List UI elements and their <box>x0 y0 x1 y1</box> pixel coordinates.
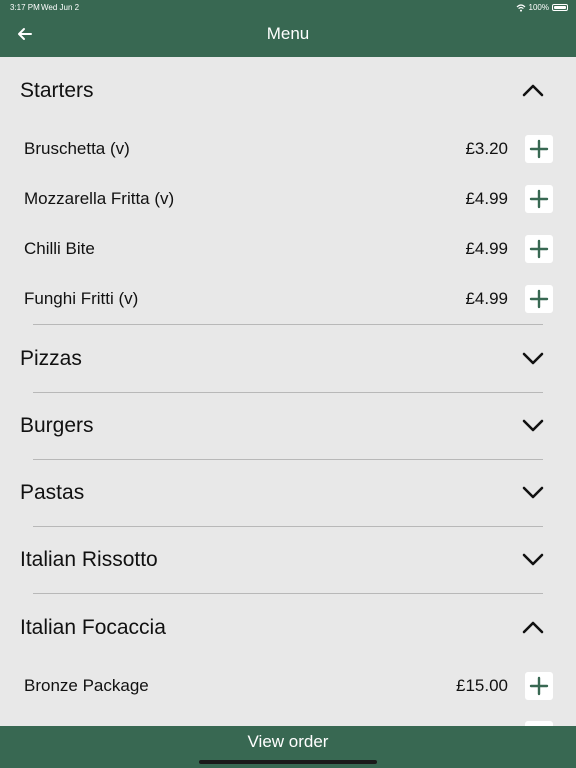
section-title: Starters <box>20 79 94 102</box>
page-title: Menu <box>266 24 310 43</box>
plus-icon <box>529 289 549 309</box>
item-price: £4.99 <box>465 289 508 308</box>
menu-list[interactable]: Starters Bruschetta (v) £3.20 Mozzarella… <box>0 57 576 726</box>
item-name: Funghi Fritti (v) <box>24 289 139 308</box>
chevron-up-icon <box>522 84 544 97</box>
chevron-down-icon <box>522 486 544 499</box>
menu-item: Chilli Bite £4.99 <box>0 224 576 274</box>
chevron-down-icon <box>522 419 544 432</box>
item-price: £15.00 <box>456 676 508 695</box>
item-name: Bronze Package <box>24 676 149 695</box>
add-item-button[interactable] <box>525 285 553 313</box>
section-header-pizzas[interactable]: Pizzas <box>0 325 576 392</box>
section-title: Burgers <box>20 414 94 437</box>
navigation-bar: 3:17 PM Wed Jun 2 100% Menu <box>0 0 576 57</box>
add-item-button[interactable] <box>525 185 553 213</box>
menu-item: Mozzarella Fritta (v) £4.99 <box>0 174 576 224</box>
item-price: £4.99 <box>465 189 508 208</box>
status-date: Wed Jun 2 <box>41 3 80 12</box>
status-time: 3:17 PM <box>10 3 40 12</box>
add-item-button[interactable] <box>525 672 553 700</box>
chevron-down-icon <box>522 553 544 566</box>
section-title: Pizzas <box>20 347 82 370</box>
section-header-italian-rissotto[interactable]: Italian Rissotto <box>0 527 576 594</box>
status-indicators: 100% <box>516 3 568 12</box>
add-item-button[interactable] <box>525 135 553 163</box>
plus-icon <box>529 239 549 259</box>
menu-item: Funghi Fritti (v) £4.99 <box>0 274 576 324</box>
menu-item: Bronze Package £15.00 <box>0 661 576 711</box>
status-bar: 3:17 PM Wed Jun 2 100% <box>0 0 576 14</box>
home-indicator <box>199 760 377 764</box>
item-name: Bruschetta (v) <box>24 139 130 158</box>
item-name: Mozzarella Fritta (v) <box>24 189 175 208</box>
battery-percent: 100% <box>528 3 549 12</box>
section-title: Pastas <box>20 481 85 504</box>
wifi-icon <box>516 3 525 12</box>
section-title: Italian Rissotto <box>20 548 158 571</box>
chevron-up-icon <box>522 621 544 634</box>
plus-icon <box>529 676 549 696</box>
section-header-italian-focaccia[interactable]: Italian Focaccia <box>0 594 576 661</box>
item-price: £3.20 <box>465 139 508 158</box>
section-header-pastas[interactable]: Pastas <box>0 460 576 527</box>
plus-icon <box>529 139 549 159</box>
item-price: £4.99 <box>465 239 508 258</box>
plus-icon <box>529 189 549 209</box>
view-order-label: View order <box>247 732 329 751</box>
section-header-burgers[interactable]: Burgers <box>0 393 576 460</box>
add-item-button[interactable] <box>525 235 553 263</box>
section-header-starters[interactable]: Starters <box>0 57 576 124</box>
section-title: Italian Focaccia <box>20 616 166 639</box>
battery-icon <box>552 4 568 11</box>
chevron-down-icon <box>522 352 544 365</box>
item-name: Chilli Bite <box>24 239 95 258</box>
menu-item: Bruschetta (v) £3.20 <box>0 124 576 174</box>
